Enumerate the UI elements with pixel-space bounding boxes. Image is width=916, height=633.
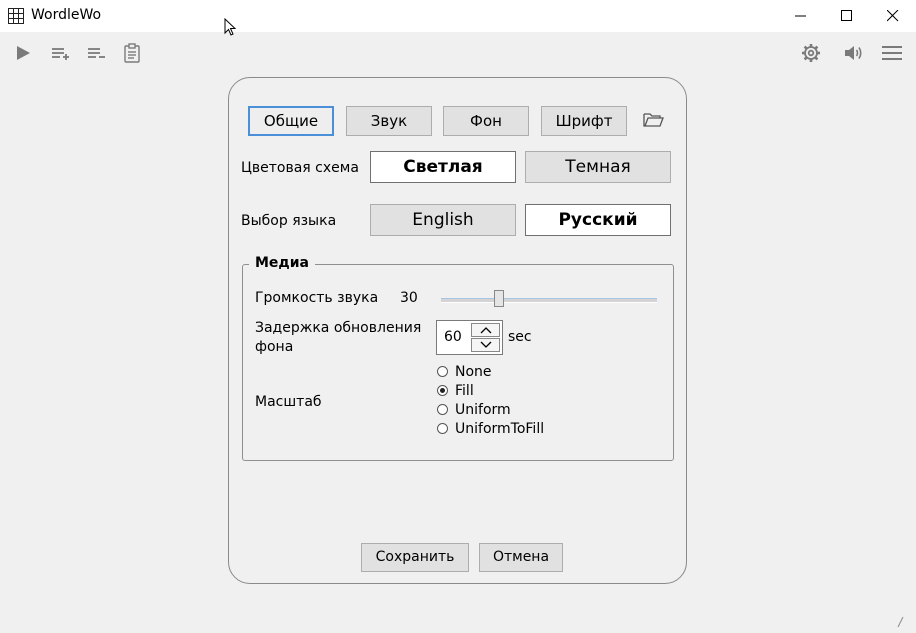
radio-dot[interactable] [437,385,448,396]
delay-decrement-button[interactable] [471,338,500,352]
scale-option-label: Uniform [455,402,511,418]
remove-from-list-icon[interactable] [85,42,107,64]
mouse-cursor-icon [224,18,237,36]
color-scheme-light-button[interactable]: Светлая [370,151,516,183]
tab-general[interactable]: Общие [248,106,334,136]
radio-dot[interactable] [437,423,448,434]
delay-increment-button[interactable] [471,323,500,337]
minimize-icon [795,15,806,17]
title-bar: WordleWo [0,0,916,32]
cancel-button[interactable]: Отмена [479,543,563,572]
delay-value[interactable]: 60 [444,329,462,345]
language-label: Выбор языка [241,213,337,229]
scale-option-label: None [455,364,492,380]
minimize-button[interactable] [778,0,824,32]
radio-dot[interactable] [437,404,448,415]
save-button[interactable]: Сохранить [361,543,469,572]
tab-font[interactable]: Шрифт [541,106,627,136]
delay-label: Задержка обновления [255,320,422,336]
tab-background[interactable]: Фон [443,106,529,136]
clipboard-icon[interactable] [121,42,143,64]
media-legend: Медиа [249,255,315,271]
play-icon[interactable] [12,42,34,64]
volume-slider-track[interactable] [441,298,657,303]
menu-icon[interactable] [881,42,903,64]
scale-option-label: Fill [455,383,474,399]
radio-dot[interactable] [437,366,448,377]
color-scheme-label: Цветовая схема [241,160,359,176]
folder-open-icon[interactable] [643,112,665,128]
add-to-list-icon[interactable] [49,42,71,64]
tab-sound[interactable]: Звук [346,106,432,136]
close-button[interactable] [870,0,916,32]
delay-label-continued: фона [255,339,294,355]
language-english-button[interactable]: English [370,204,516,236]
speaker-icon[interactable] [842,42,864,64]
delay-unit: sec [508,329,532,345]
scale-label: Масштаб [255,394,322,410]
chevron-down-icon [480,341,492,348]
chevron-up-icon [480,327,492,334]
language-russian-button[interactable]: Русский [525,204,671,236]
volume-slider-thumb[interactable] [493,290,504,307]
gear-icon[interactable] [800,42,822,64]
volume-label: Громкость звука [255,290,379,306]
close-icon [887,10,899,22]
maximize-icon [841,10,852,21]
delay-stepper[interactable]: 60 [436,320,503,355]
window-title: WordleWo [31,7,102,23]
media-group: Медиа Громкость звука 30 Задержка обновл… [242,255,674,461]
settings-dialog: Общие Звук Фон Шрифт Цветовая схема Свет… [228,77,687,584]
volume-value: 30 [400,290,418,306]
scale-option-label: UniformToFill [455,421,545,437]
color-scheme-dark-button[interactable]: Темная [525,151,671,183]
resize-grip-icon[interactable] [896,616,906,628]
maximize-button[interactable] [824,0,870,32]
grid-app-icon [8,8,24,24]
